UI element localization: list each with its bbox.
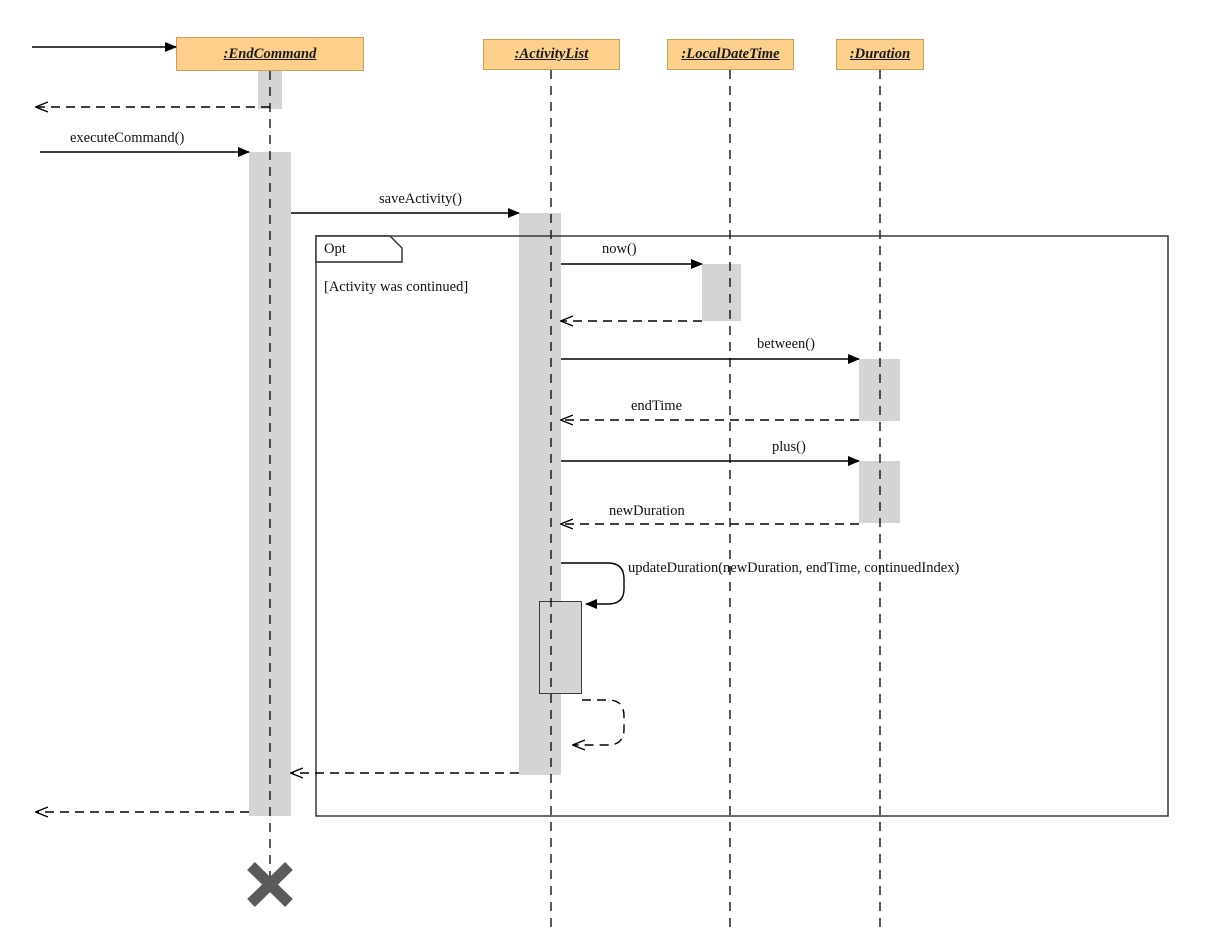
fragment-guard-label: [Activity was continued] <box>324 279 469 295</box>
sequence-diagram-canvas: :EndCommand :ActivityList :LocalDateTime… <box>0 0 1225 927</box>
message-label-updateduration: updateDuration(newDuration, endTime, con… <box>628 560 960 576</box>
fragment-operator-label: Opt <box>324 241 346 257</box>
message-label-now: now() <box>602 241 637 257</box>
message-label-between: between() <box>757 336 815 352</box>
message-label-endtime: endTime <box>631 398 683 414</box>
message-label-saveactivity: saveActivity() <box>379 191 462 207</box>
message-label-plus: plus() <box>772 439 806 455</box>
message-label-executecommand: executeCommand() <box>70 130 185 146</box>
message-label-newduration: newDuration <box>609 503 685 519</box>
